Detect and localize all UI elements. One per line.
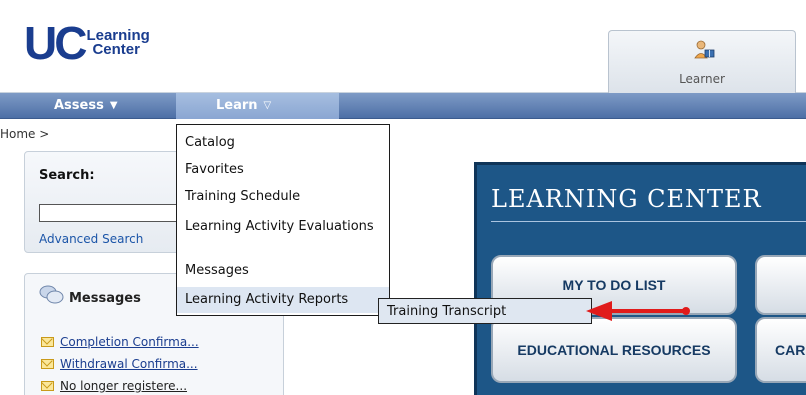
chat-bubbles-icon <box>39 285 64 304</box>
logo-text: Learning Center <box>86 28 149 58</box>
message-item[interactable]: No longer registere... <box>41 378 187 394</box>
envelope-icon <box>41 381 54 391</box>
hero-title: LEARNING CENTER <box>491 185 762 213</box>
uc-learning-center-logo[interactable]: UC Learning Center <box>24 18 150 68</box>
breadcrumb[interactable]: Home > <box>0 127 49 141</box>
message-link[interactable]: No longer registere... <box>60 379 187 393</box>
main-nav: Assess ▼ Learn ▽ <box>0 93 806 119</box>
envelope-icon <box>41 359 54 369</box>
learning-center-hero: LEARNING CENTER MY TO DO LIST EDUCATIONA… <box>474 162 806 395</box>
educational-resources-button[interactable]: EDUCATIONAL RESOURCES <box>491 317 737 383</box>
nav-assess[interactable]: Assess ▼ <box>54 93 118 119</box>
hero-side-button-1[interactable] <box>755 255 806 315</box>
menu-item-messages[interactable]: Messages <box>177 263 389 278</box>
nav-learn-label: Learn <box>216 98 258 113</box>
message-item[interactable]: Withdrawal Confirma... <box>41 356 198 372</box>
search-label: Search: <box>39 168 95 183</box>
learn-dropdown-menu: Catalog Favorites Training Schedule Lear… <box>176 124 390 316</box>
nav-learn[interactable]: Learn ▽ <box>176 93 339 119</box>
logo-line-2: Center <box>92 41 140 58</box>
message-item[interactable]: Completion Confirma... <box>41 334 199 350</box>
menu-item-favorites[interactable]: Favorites <box>177 162 389 177</box>
logo-uc: UC <box>24 17 87 69</box>
menu-item-training-schedule[interactable]: Training Schedule <box>177 189 389 204</box>
menu-item-learning-activity-reports[interactable]: Learning Activity Reports <box>177 287 389 313</box>
chevron-down-icon: ▼ <box>109 100 118 111</box>
envelope-icon <box>41 337 54 347</box>
message-link[interactable]: Completion Confirma... <box>60 335 199 349</box>
menu-item-catalog[interactable]: Catalog <box>177 135 389 150</box>
submenu-item-training-transcript[interactable]: Training Transcript <box>387 304 506 319</box>
reports-submenu: Training Transcript <box>378 298 592 324</box>
app-header: UC Learning Center Learner <box>0 0 806 93</box>
role-tab-label: Learner <box>679 72 725 86</box>
advanced-search-link[interactable]: Advanced Search <box>39 232 143 246</box>
hero-divider <box>491 221 806 222</box>
messages-title: Messages <box>69 291 141 306</box>
hero-side-button-2[interactable]: CAR <box>755 317 806 383</box>
search-input[interactable] <box>39 204 199 222</box>
red-arrow-annotation <box>586 301 690 321</box>
chevron-down-outline-icon: ▽ <box>263 100 272 111</box>
role-tab-learner[interactable]: Learner <box>608 30 796 93</box>
learner-icon <box>694 40 715 59</box>
nav-assess-label: Assess <box>54 98 104 113</box>
menu-item-learning-activity-evaluations[interactable]: Learning Activity Evaluations <box>177 219 389 234</box>
message-link[interactable]: Withdrawal Confirma... <box>60 357 198 371</box>
